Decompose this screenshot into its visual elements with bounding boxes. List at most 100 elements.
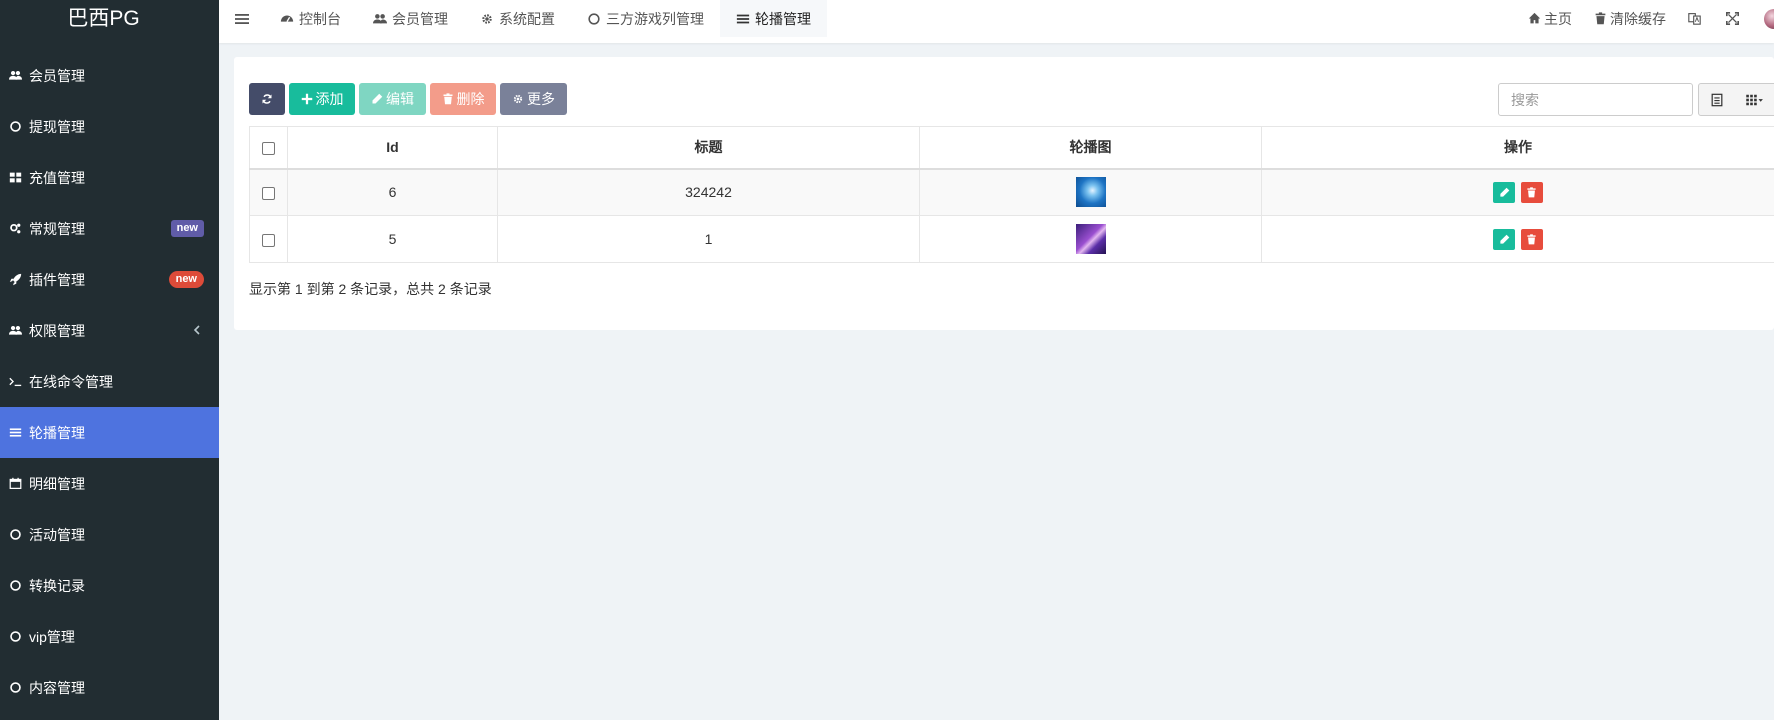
- tab-label: 系统配置: [499, 10, 555, 27]
- cell-image: [919, 215, 1262, 263]
- users-icon: [8, 69, 22, 83]
- columns-dropdown-button[interactable]: [1735, 83, 1774, 116]
- tab-system-config[interactable]: 系统配置: [464, 0, 571, 37]
- delete-button[interactable]: 删除: [430, 83, 496, 115]
- carousel-table: Id 标题 轮播图 操作 6 324242 5 1: [249, 126, 1774, 263]
- add-button[interactable]: 添加: [289, 83, 355, 115]
- sidebar-item-activity[interactable]: 活动管理: [0, 509, 219, 560]
- table-toolbar: 添加 编辑 删除 更多: [249, 83, 571, 115]
- sidebar-item-recharge[interactable]: 充值管理: [0, 152, 219, 203]
- sidebar-item-label: 权限管理: [29, 322, 85, 339]
- carousel-thumbnail[interactable]: [1075, 177, 1106, 208]
- cell-actions: [1261, 168, 1774, 216]
- cell-title: 324242: [497, 168, 920, 216]
- sidebar-item-label: vip管理: [29, 628, 75, 645]
- row-edit-button[interactable]: [1493, 228, 1516, 250]
- sidebar-item-label: 轮播管理: [29, 424, 85, 441]
- table-row[interactable]: 6 324242: [249, 168, 1774, 216]
- cell-actions: [1261, 215, 1774, 263]
- plus-icon: [301, 93, 312, 105]
- content-panel: 添加 编辑 删除 更多 Id 标题 轮播图 操作: [234, 57, 1774, 330]
- more-button[interactable]: 更多: [500, 83, 567, 115]
- search-input[interactable]: [1498, 83, 1693, 116]
- fullscreen-icon: [1726, 12, 1739, 25]
- tab-carousel[interactable]: 轮播管理: [720, 0, 827, 37]
- app-logo[interactable]: 巴西PG: [0, 0, 219, 37]
- trash-icon: [1527, 233, 1537, 244]
- sidebar-item-online-command[interactable]: 在线命令管理: [0, 356, 219, 407]
- sidebar-item-details[interactable]: 明细管理: [0, 458, 219, 509]
- tab-label: 会员管理: [392, 10, 448, 27]
- row-delete-button[interactable]: [1520, 228, 1543, 250]
- sidebar-item-vip[interactable]: vip管理: [0, 611, 219, 662]
- chevron-left-icon[interactable]: [192, 323, 202, 337]
- new-badge: new: [170, 220, 204, 237]
- menu-toggle-icon[interactable]: [234, 11, 250, 27]
- table-header-row: Id 标题 轮播图 操作: [249, 126, 1774, 170]
- trash-icon: [1527, 187, 1537, 198]
- circle-icon: [8, 630, 22, 644]
- sidebar-item-withdraw[interactable]: 提现管理: [0, 101, 219, 152]
- refresh-button[interactable]: [249, 83, 285, 115]
- table-row[interactable]: 5 1: [249, 215, 1774, 263]
- clear-cache-label: 清除缓存: [1610, 10, 1666, 27]
- top-navbar: 控制台 会员管理 系统配置 三方游戏列管理 轮播管理 主页 清除缓存: [219, 0, 1774, 43]
- tab-label: 三方游戏列管理: [606, 10, 704, 27]
- circle-icon: [588, 12, 600, 25]
- column-header-id[interactable]: Id: [287, 126, 498, 170]
- toggle-view-button[interactable]: [1698, 83, 1736, 116]
- sidebar-item-label: 活动管理: [29, 526, 85, 543]
- sidebar-item-carousel[interactable]: 轮播管理: [0, 407, 219, 458]
- row-checkbox[interactable]: [262, 187, 275, 201]
- cell-id: 6: [287, 168, 498, 216]
- pencil-icon: [1499, 234, 1509, 244]
- circle-icon: [8, 528, 22, 542]
- user-avatar[interactable]: [1764, 8, 1774, 29]
- home-link[interactable]: 主页: [1528, 9, 1572, 29]
- tab-label: 控制台: [299, 10, 341, 27]
- list-view-icon: [1711, 93, 1723, 106]
- sidebar-item-label: 插件管理: [29, 271, 85, 288]
- new-badge: new: [168, 271, 204, 288]
- translate-button[interactable]: [1688, 12, 1704, 25]
- row-select-cell: [249, 168, 288, 216]
- refresh-icon: [262, 94, 272, 104]
- sidebar-item-label: 明细管理: [29, 475, 85, 492]
- sidebar-item-label: 常规管理: [29, 220, 85, 237]
- tab-third-party-games[interactable]: 三方游戏列管理: [571, 0, 720, 37]
- tab-label: 轮播管理: [755, 10, 811, 27]
- edit-button[interactable]: 编辑: [359, 83, 426, 115]
- sidebar-item-conversion[interactable]: 转换记录: [0, 560, 219, 611]
- tab-dashboard[interactable]: 控制台: [264, 0, 357, 37]
- clear-cache-button[interactable]: 清除缓存: [1594, 9, 1666, 29]
- cell-id: 5: [287, 215, 498, 263]
- grid-icon: [8, 171, 22, 185]
- column-header-image[interactable]: 轮播图: [919, 126, 1262, 170]
- sidebar-item-label: 内容管理: [29, 679, 85, 696]
- column-header-title[interactable]: 标题: [497, 126, 920, 170]
- row-edit-button[interactable]: [1493, 181, 1516, 203]
- home-icon: [1528, 12, 1541, 24]
- pencil-icon: [1499, 187, 1509, 197]
- sidebar-item-general[interactable]: 常规管理 new: [0, 203, 219, 254]
- list-icon: [8, 426, 22, 440]
- sidebar-item-permissions[interactable]: 权限管理: [0, 305, 219, 356]
- top-right-menu: 主页 清除缓存: [1528, 0, 1774, 37]
- sidebar-item-plugins[interactable]: 插件管理 new: [0, 254, 219, 305]
- circle-icon: [8, 579, 22, 593]
- sidebar-item-members[interactable]: 会员管理: [0, 50, 219, 101]
- select-all-cell: [249, 126, 288, 170]
- row-delete-button[interactable]: [1520, 181, 1543, 203]
- tab-members[interactable]: 会员管理: [357, 0, 464, 37]
- trash-icon: [1595, 12, 1606, 25]
- select-all-checkbox[interactable]: [262, 142, 275, 156]
- sidebar-item-label: 提现管理: [29, 118, 85, 135]
- fullscreen-button[interactable]: [1726, 12, 1742, 25]
- terminal-icon: [8, 375, 22, 389]
- row-checkbox[interactable]: [262, 233, 275, 247]
- sidebar: 巴西PG 会员管理 提现管理 充值管理 常规管理 new 插件管理 new 权限…: [0, 0, 219, 720]
- carousel-thumbnail[interactable]: [1075, 224, 1106, 254]
- sidebar-item-content[interactable]: 内容管理: [0, 662, 219, 713]
- pagination-info: 显示第 1 到第 2 条记录，总共 2 条记录: [249, 281, 492, 297]
- grid-columns-icon: [1745, 94, 1763, 105]
